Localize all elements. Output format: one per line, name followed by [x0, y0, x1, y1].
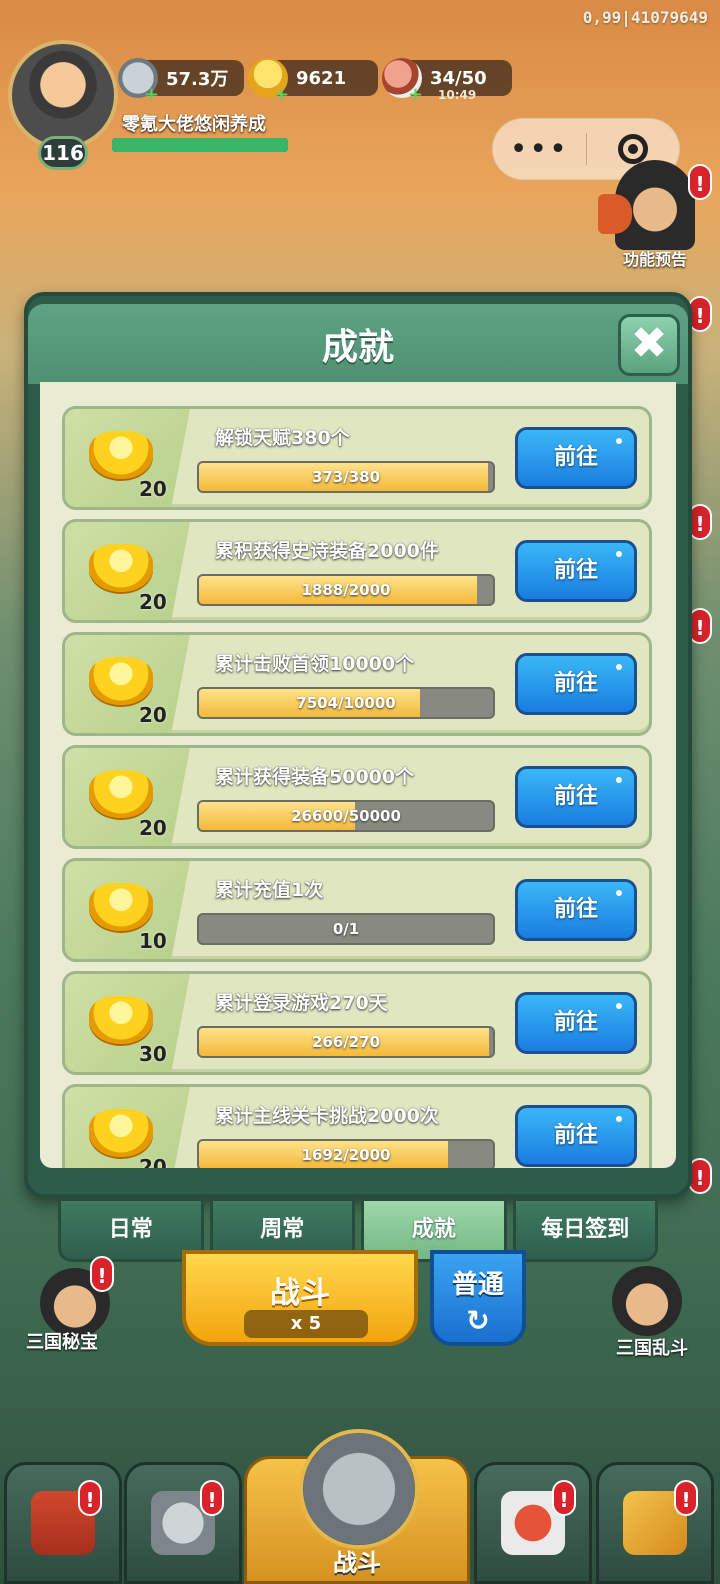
silver-resource[interactable]: + 57.3万 — [118, 58, 244, 105]
player-avatar[interactable] — [8, 40, 118, 150]
add-gold-icon[interactable]: + — [274, 84, 289, 105]
reward-count: 10 — [139, 929, 167, 953]
progress-bar: 1692/2000 — [197, 1139, 495, 1168]
refresh-icon: ↻ — [466, 1304, 490, 1337]
achievement-list: 20 解锁天赋380个 373/380 前往 20 累积获得史诗装备2000件 … — [62, 406, 652, 1168]
gold-ingot-icon — [89, 883, 153, 931]
nav-equipment[interactable] — [124, 1462, 242, 1584]
progress-bar: 26600/50000 — [197, 800, 495, 832]
progress-text: 7504/10000 — [296, 694, 396, 712]
achievement-title: 累计充值1次 — [215, 879, 324, 901]
achievement-title: 累计获得装备50000个 — [215, 766, 415, 788]
alert-badge-icon: ! — [552, 1480, 576, 1516]
alert-badge-icon: ! — [688, 164, 712, 200]
go-button[interactable]: 前往 — [515, 992, 637, 1054]
gold-ingot-icon — [89, 657, 153, 705]
reward-count: 20 — [139, 703, 167, 727]
nav-upgrade[interactable] — [596, 1462, 714, 1584]
achievement-row: 20 累积获得史诗装备2000件 1888/2000 前往 — [62, 519, 652, 623]
gold-ingot-icon — [89, 996, 153, 1044]
add-stamina-icon[interactable]: + — [408, 84, 423, 105]
progress-bar: 0/1 — [197, 913, 495, 945]
progress-text: 1888/2000 — [301, 581, 391, 599]
reward-count: 30 — [139, 1042, 167, 1066]
stamina-timer: 10:49 — [438, 88, 477, 102]
tab-daily-checkin[interactable]: 每日签到 — [512, 1198, 658, 1262]
progress-text: 1692/2000 — [301, 1146, 391, 1164]
achievement-row: 10 累计充值1次 0/1 前往 — [62, 858, 652, 962]
achievement-row: 20 累计击败首领10000个 7504/10000 前往 — [62, 632, 652, 736]
gold-ingot-icon — [89, 431, 153, 479]
fight-cost: x 5 — [244, 1310, 368, 1338]
go-button[interactable]: 前往 — [515, 540, 637, 602]
progress-text: 266/270 — [311, 1033, 381, 1051]
go-button[interactable]: 前往 — [515, 766, 637, 828]
gold-amount: 9621 — [296, 67, 347, 89]
more-icon[interactable]: ••• — [493, 132, 586, 167]
achievement-title: 累积获得史诗装备2000件 — [215, 540, 439, 562]
progress-bar: 266/270 — [197, 1026, 495, 1058]
debug-readout: 0,99|41079649 — [582, 8, 708, 27]
progress-text: 373/380 — [311, 468, 381, 486]
achievement-row: 20 累计主线关卡挑战2000次 1692/2000 前往 — [62, 1084, 652, 1168]
close-button[interactable]: ✖ — [618, 314, 680, 376]
gold-resource[interactable]: + 9621 — [248, 58, 378, 105]
mode-label: 普通 — [451, 1270, 504, 1300]
xp-bar-fill — [112, 138, 288, 152]
go-button[interactable]: 前往 — [515, 653, 637, 715]
achievement-title: 累计击败首领10000个 — [215, 653, 415, 675]
crossed-swords-icon — [299, 1429, 419, 1549]
achievement-modal: 成就 ✖ 20 解锁天赋380个 373/380 前往 20 累积获得史诗装备2… — [24, 292, 692, 1198]
fight-button[interactable]: 战斗 x 5 — [182, 1250, 418, 1346]
feature-preview-label: 功能预告 — [622, 250, 687, 269]
alert-badge-icon: ! — [78, 1480, 102, 1516]
nav-pets[interactable] — [474, 1462, 592, 1584]
treasure-label: 三国秘宝 — [26, 1332, 98, 1353]
achievement-row: 30 累计登录游戏270天 266/270 前往 — [62, 971, 652, 1075]
progress-text: 26600/50000 — [291, 807, 401, 825]
fight-label: 战斗 — [270, 1276, 330, 1311]
gold-ingot-icon — [89, 770, 153, 818]
progress-bar: 7504/10000 — [197, 687, 495, 719]
gold-ingot-icon — [89, 1109, 153, 1157]
add-silver-icon[interactable]: + — [144, 84, 159, 105]
megaphone-icon — [598, 194, 632, 234]
alert-badge-icon: ! — [90, 1256, 114, 1292]
go-button[interactable]: 前往 — [515, 1105, 637, 1167]
stamina-amount: 34/50 — [430, 67, 487, 89]
nav-battle-label: 战斗 — [333, 1549, 381, 1577]
alert-badge-icon: ! — [200, 1480, 224, 1516]
silver-amount: 57.3万 — [166, 69, 229, 90]
reward-count: 20 — [139, 1155, 167, 1168]
go-button[interactable]: 前往 — [515, 879, 637, 941]
progress-bar: 1888/2000 — [197, 574, 495, 606]
progress-bar: 373/380 — [197, 461, 495, 493]
player-level-badge: 116 — [38, 136, 88, 170]
nav-city[interactable] — [4, 1462, 122, 1584]
go-button[interactable]: 前往 — [515, 427, 637, 489]
melee-label: 三国乱斗 — [616, 1338, 688, 1359]
difficulty-mode-button[interactable]: 普通 ↻ — [430, 1250, 526, 1346]
achievement-row: 20 累计获得装备50000个 26600/50000 前往 — [62, 745, 652, 849]
reward-count: 20 — [139, 590, 167, 614]
achievement-title: 累计登录游戏270天 — [215, 992, 388, 1014]
melee-character-portrait[interactable] — [612, 1266, 682, 1336]
alert-badge-icon: ! — [674, 1480, 698, 1516]
achievement-row: 20 解锁天赋380个 373/380 前往 — [62, 406, 652, 510]
stamina-resource[interactable]: + 34/50 10:49 — [382, 58, 512, 105]
gold-ingot-icon — [89, 544, 153, 592]
achievement-title: 解锁天赋380个 — [215, 427, 350, 449]
xp-bar — [112, 138, 288, 152]
reward-count: 20 — [139, 816, 167, 840]
player-name: 零氪大佬悠闲养成 — [122, 114, 266, 135]
nav-battle[interactable]: 战斗 — [244, 1429, 470, 1584]
modal-title: 成就 — [321, 327, 394, 368]
achievement-title: 累计主线关卡挑战2000次 — [215, 1105, 439, 1127]
achievement-list-panel[interactable]: 20 解锁天赋380个 373/380 前往 20 累积获得史诗装备2000件 … — [40, 382, 676, 1168]
reward-count: 20 — [139, 477, 167, 501]
progress-text: 0/1 — [332, 920, 360, 938]
